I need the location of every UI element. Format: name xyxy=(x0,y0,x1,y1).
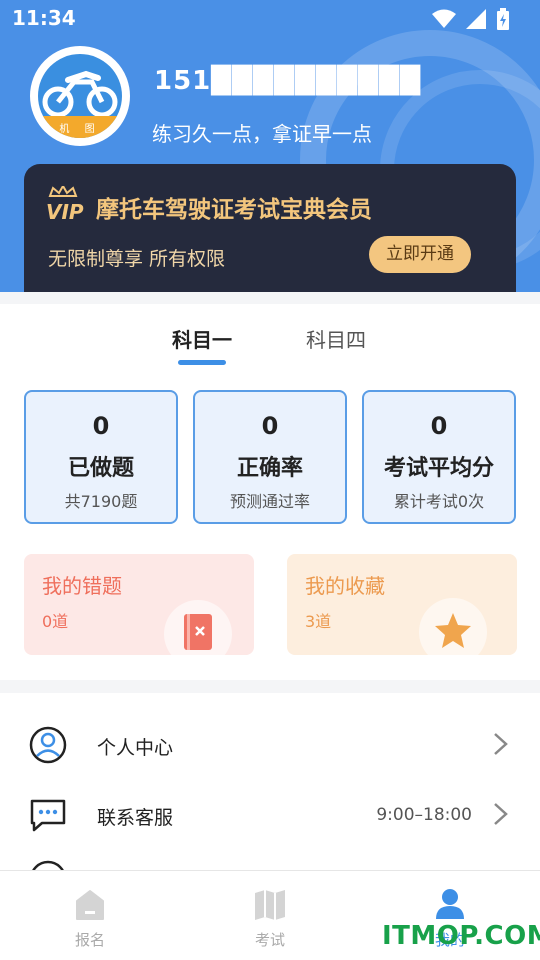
home-icon xyxy=(76,890,104,920)
stat-average-score[interactable]: 0 考试平均分 累计考试0次 xyxy=(362,390,516,524)
wifi-icon xyxy=(432,9,456,28)
profile-header: 11:34 机 图 151██████████ 练习久一点，拿证早一点 VIP … xyxy=(0,0,540,292)
menu-item-customer-service[interactable]: 联系客服 9:00–18:00 xyxy=(0,771,540,841)
stat-sub: 预测通过率 xyxy=(229,492,310,511)
active-tab-indicator xyxy=(178,360,226,365)
vip-banner[interactable]: VIP 摩托车驾驶证考试宝典会员 无限制尊享 所有权限 立即开通 xyxy=(24,164,516,292)
stat-label: 正确率 xyxy=(236,456,303,481)
avatar-badge-text: 机 图 xyxy=(59,124,101,135)
status-bar: 11:34 xyxy=(0,0,540,36)
motorcycle-icon xyxy=(42,70,118,118)
stat-value: 0 xyxy=(261,412,279,440)
stat-value: 0 xyxy=(92,412,110,440)
settings-menu: 个人中心 联系客服 9:00–18:00 xyxy=(0,693,540,871)
map-book-icon xyxy=(255,890,285,920)
chevron-right-icon xyxy=(494,803,508,825)
tab-label: 考试 xyxy=(254,931,285,949)
stat-accuracy[interactable]: 0 正确率 预测通过率 xyxy=(193,390,347,524)
favorites-count: 3道 xyxy=(305,612,332,631)
stat-done-questions[interactable]: 0 已做题 共7190题 xyxy=(24,390,178,524)
tab-subject-one[interactable]: 科目一 xyxy=(172,324,232,353)
wrong-book-icon xyxy=(184,614,212,650)
vip-logo-text: VIP xyxy=(46,200,84,224)
avatar[interactable]: 机 图 xyxy=(30,46,130,146)
wrong-questions-count: 0道 xyxy=(42,612,69,631)
signal-icon xyxy=(466,9,486,29)
stat-label: 考试平均分 xyxy=(383,456,494,481)
watermark: ITMOP.COM xyxy=(382,921,540,951)
stat-sub: 累计考试0次 xyxy=(393,492,485,511)
wrong-questions-card[interactable]: 我的错题 0道 xyxy=(24,554,254,655)
chat-bubble-icon xyxy=(30,799,66,832)
vip-subtitle: 无限制尊享 所有权限 xyxy=(48,248,226,270)
menu-label: 个人中心 xyxy=(97,737,174,759)
username: 151██████████ xyxy=(154,66,422,96)
service-hours: 9:00–18:00 xyxy=(376,805,472,825)
tab-subject-four[interactable]: 科目四 xyxy=(306,324,366,353)
stat-value: 0 xyxy=(430,412,448,440)
star-icon xyxy=(435,613,471,648)
study-panel: 科目一 科目四 0 已做题 共7190题 0 正确率 预测通过率 0 考试平均分… xyxy=(0,304,540,680)
favorites-card[interactable]: 我的收藏 3道 xyxy=(287,554,517,655)
menu-label: 联系客服 xyxy=(97,807,174,829)
stat-label: 已做题 xyxy=(67,456,134,481)
status-icons xyxy=(432,8,510,30)
vip-crown-icon xyxy=(48,186,78,197)
battery-charging-icon xyxy=(497,8,509,30)
person-icon xyxy=(436,889,464,919)
vip-title: 摩托车驾驶证考试宝典会员 xyxy=(96,197,372,223)
favorites-title: 我的收藏 xyxy=(305,574,385,598)
chevron-right-icon xyxy=(494,733,508,755)
status-time: 11:34 xyxy=(12,6,76,30)
vip-open-button[interactable]: 立即开通 xyxy=(369,236,471,273)
slogan: 练习久一点，拿证早一点 xyxy=(152,122,372,146)
user-icon xyxy=(29,726,67,764)
tab-label: 报名 xyxy=(74,931,105,949)
wrong-questions-title: 我的错题 xyxy=(42,574,122,598)
stat-sub: 共7190题 xyxy=(64,492,138,511)
menu-item-personal-center[interactable]: 个人中心 xyxy=(0,701,540,771)
